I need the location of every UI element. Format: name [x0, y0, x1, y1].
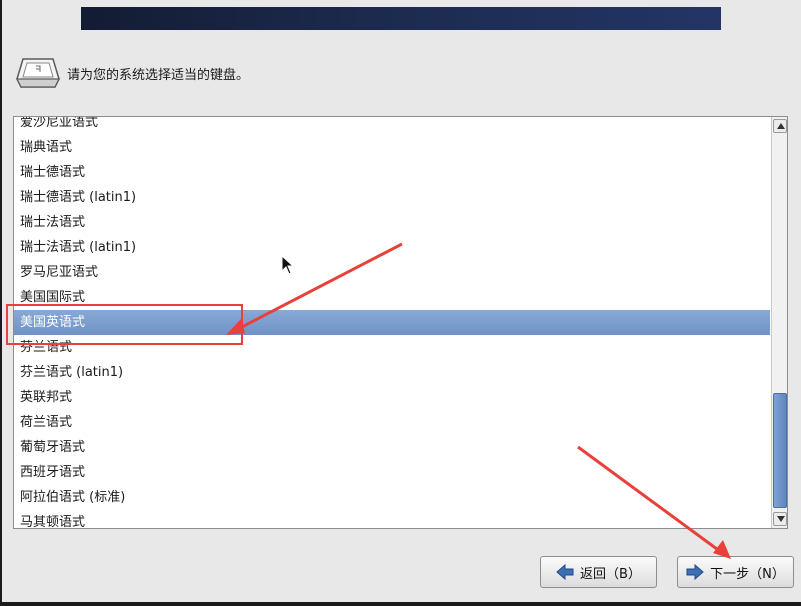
- header-banner: [81, 7, 721, 30]
- back-button[interactable]: 返回（B）: [540, 556, 657, 588]
- scrollbar-thumb[interactable]: [773, 393, 787, 508]
- back-button-label: 返回（B）: [580, 566, 641, 582]
- list-item[interactable]: 瑞士法语式: [14, 210, 770, 235]
- list-item[interactable]: 芬兰语式 (latin1): [14, 360, 770, 385]
- window-edge: [0, 0, 2, 606]
- arrow-left-icon: [556, 564, 574, 580]
- vertical-scrollbar[interactable]: [771, 117, 787, 528]
- next-button[interactable]: 下一步（N）: [677, 556, 794, 588]
- list-item[interactable]: 罗马尼亚语式: [14, 260, 770, 285]
- keyboard-icon: [16, 58, 60, 88]
- list-item[interactable]: 英联邦式: [14, 385, 770, 410]
- list-item[interactable]: 葡萄牙语式: [14, 435, 770, 460]
- prompt-label: 请为您的系统选择适当的键盘。: [67, 68, 250, 83]
- list-item[interactable]: 西班牙语式: [14, 460, 770, 485]
- list-item[interactable]: 荷兰语式: [14, 410, 770, 435]
- next-button-label: 下一步（N）: [710, 566, 785, 582]
- list-item[interactable]: 阿拉伯语式 (标准): [14, 485, 770, 510]
- list-item[interactable]: 马其顿语式: [14, 510, 770, 528]
- window-bottom-edge: [0, 602, 801, 606]
- mouse-cursor-icon: [281, 255, 295, 275]
- list-item[interactable]: 瑞士德语式 (latin1): [14, 185, 770, 210]
- scroll-down-button[interactable]: [773, 512, 787, 526]
- chevron-up-icon: [777, 123, 785, 129]
- list-item[interactable]: 爱沙尼亚语式: [14, 117, 770, 135]
- annotation-highlight-box: [6, 304, 243, 345]
- list-item[interactable]: 瑞士德语式: [14, 160, 770, 185]
- scroll-up-button[interactable]: [773, 119, 787, 133]
- arrow-right-icon: [686, 564, 704, 580]
- list-item[interactable]: 瑞典语式: [14, 135, 770, 160]
- list-item[interactable]: 瑞士法语式 (latin1): [14, 235, 770, 260]
- chevron-down-icon: [777, 516, 785, 522]
